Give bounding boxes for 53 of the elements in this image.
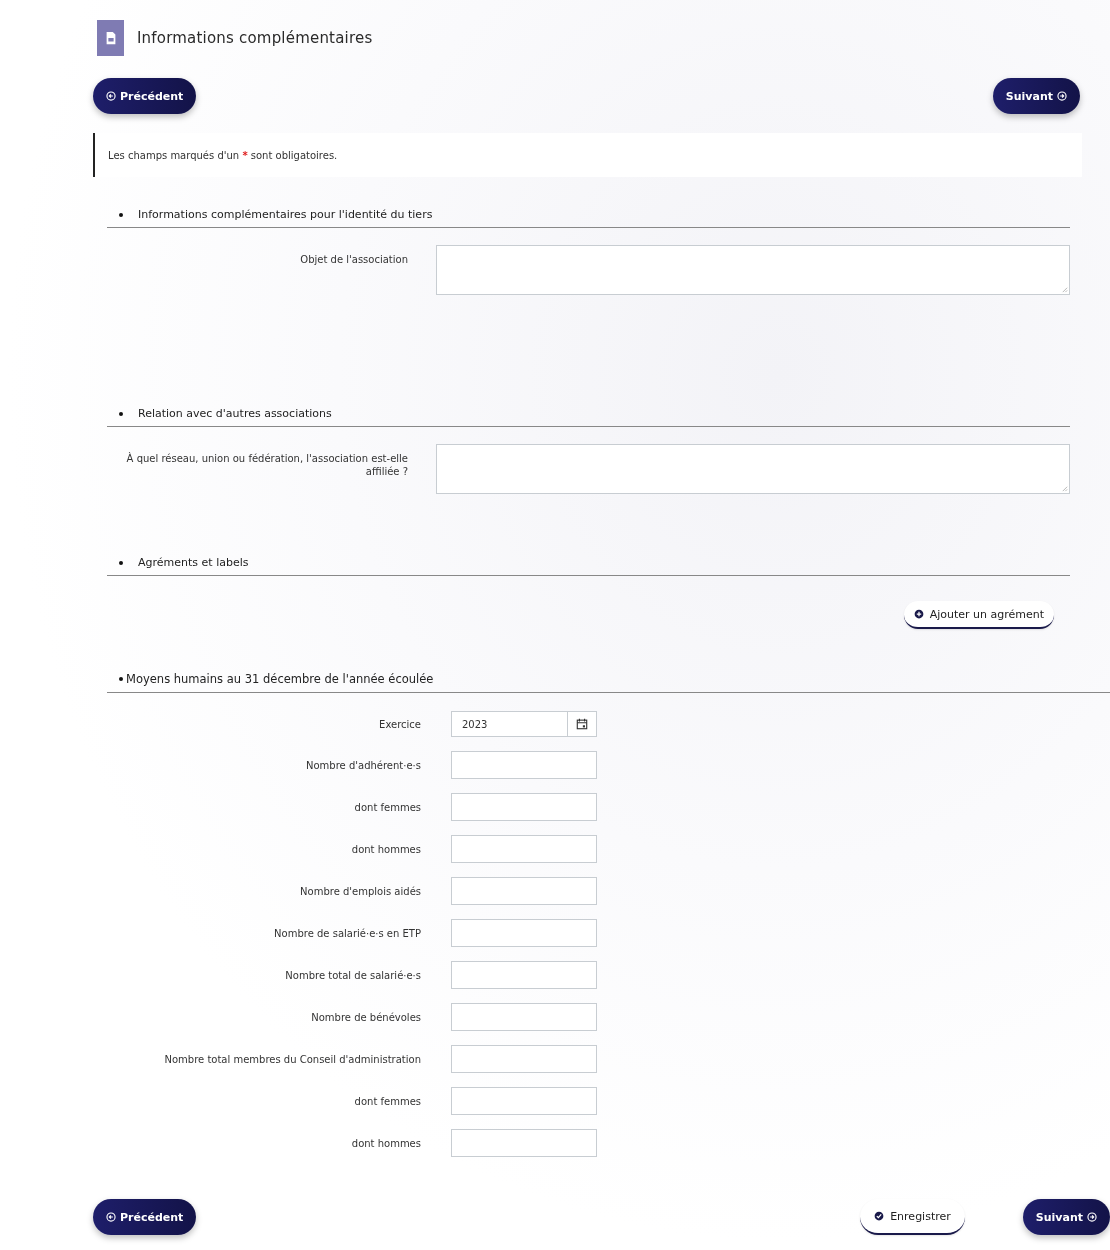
field-label: Nombre total membres du Conseil d'administration xyxy=(163,1053,421,1065)
input-field[interactable] xyxy=(451,1129,597,1157)
previous-button[interactable]: Précédent xyxy=(93,78,197,114)
date-field[interactable]: 2023 xyxy=(451,711,597,737)
input-field[interactable] xyxy=(451,751,597,779)
section-title: Informations complémentaires pour l'identité du tiers xyxy=(138,208,433,221)
field-label: Objet de l'association xyxy=(299,253,408,266)
field-value: 2023 xyxy=(461,718,489,730)
previous-button[interactable]: Précédent xyxy=(93,1199,197,1235)
arrow-left-circle-icon xyxy=(106,91,116,101)
plus-circle-icon xyxy=(913,609,924,619)
next-button[interactable]: Suivant xyxy=(1022,1199,1110,1235)
section-title: Relation avec d'autres associations xyxy=(138,407,332,420)
calendar-icon xyxy=(576,718,588,730)
notice-text: Les champs marqués d'un * sont obligatoires. xyxy=(108,149,338,161)
field-label: Nombre de bénévoles xyxy=(310,1011,421,1023)
input-field[interactable] xyxy=(451,1045,597,1073)
input-field[interactable] xyxy=(451,919,597,947)
input-field[interactable] xyxy=(451,793,597,821)
section-title: Moyens humains au 31 décembre de l'année écoulée xyxy=(126,672,434,686)
input-field[interactable] xyxy=(451,1087,597,1115)
field-label: À quel réseau, union ou fédération, l'association est-elle affiliée ? xyxy=(125,451,408,478)
field-label: Nombre d'adhérent·e·s xyxy=(305,759,421,771)
input-field[interactable] xyxy=(451,961,597,989)
input-field[interactable] xyxy=(451,877,597,905)
field-label: Nombre de salarié·e·s en ETP xyxy=(273,927,421,939)
check-circle-icon xyxy=(874,1211,885,1221)
resize-grip-icon[interactable] xyxy=(1061,485,1068,492)
field-label: Nombre d'emplois aidés xyxy=(299,885,421,897)
bullet-icon xyxy=(119,677,123,681)
field-label: Nombre total de salarié·e·s xyxy=(284,969,421,981)
text-area[interactable] xyxy=(436,245,1070,295)
resize-grip-icon[interactable] xyxy=(1061,286,1068,293)
field-label: dont femmes xyxy=(353,801,421,813)
bullet-icon xyxy=(119,411,123,416)
input-field[interactable] xyxy=(451,1003,597,1031)
arrow-right-circle-icon xyxy=(1057,91,1067,101)
document-icon xyxy=(97,20,124,56)
field-label: dont hommes xyxy=(350,1137,421,1149)
next-button[interactable]: Suivant xyxy=(992,78,1080,114)
add-button[interactable]: Ajouter un agrément xyxy=(903,601,1054,629)
save-button[interactable]: Enregistrer xyxy=(860,1199,965,1235)
field-label: Exercice xyxy=(378,718,421,730)
arrow-right-circle-icon xyxy=(1087,1212,1097,1222)
input-field[interactable] xyxy=(451,835,597,863)
arrow-left-circle-icon xyxy=(106,1212,116,1222)
page-title: Informations complémentaires xyxy=(137,29,373,47)
section-title: Agréments et labels xyxy=(138,556,249,569)
field-label: dont hommes xyxy=(350,843,421,855)
bullet-icon xyxy=(119,212,123,217)
bullet-icon xyxy=(119,560,123,565)
text-area[interactable] xyxy=(436,444,1070,494)
field-label: dont femmes xyxy=(353,1095,421,1107)
